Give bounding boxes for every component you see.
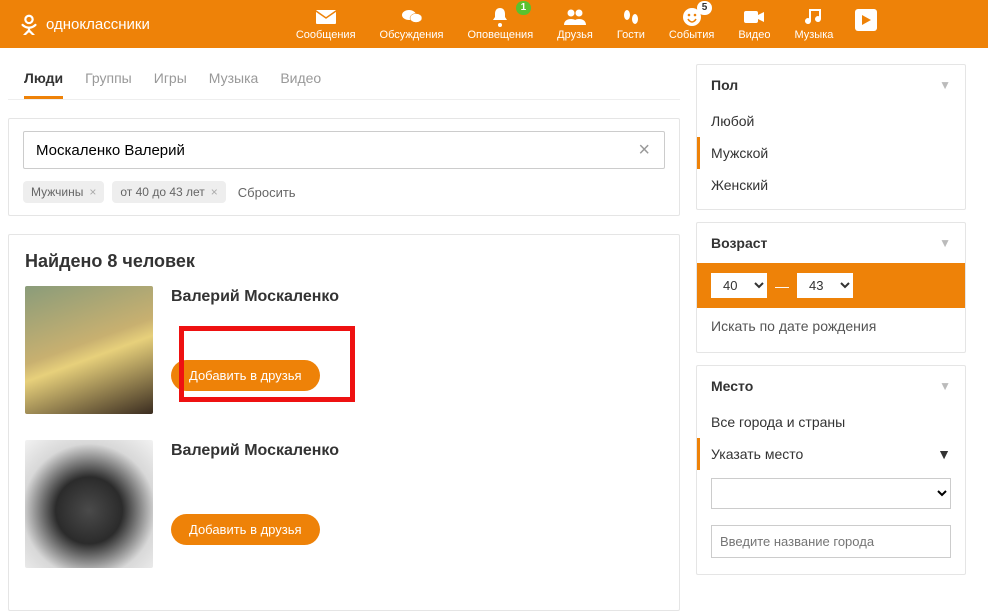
- place-option-pick[interactable]: Указать место ▼: [697, 438, 965, 470]
- age-dash: —: [775, 278, 789, 294]
- chevron-down-icon: ▼: [937, 446, 951, 462]
- chip-remove-icon[interactable]: ×: [211, 185, 218, 199]
- nav-music[interactable]: Музыка: [788, 5, 839, 43]
- nav-messages[interactable]: Сообщения: [290, 5, 362, 43]
- footprints-icon: [621, 7, 641, 27]
- avatar[interactable]: [25, 440, 153, 568]
- result-item: Валерий Москаленко Добавить в друзья: [25, 286, 663, 414]
- results-panel: Найдено 8 человек Валерий Москаленко Доб…: [8, 234, 680, 611]
- tab-people[interactable]: Люди: [24, 70, 63, 99]
- filter-place: Место ▼ Все города и страны Указать мест…: [696, 365, 966, 575]
- chevron-down-icon: ▼: [939, 236, 951, 250]
- nav-label: Сообщения: [296, 29, 356, 41]
- search-input[interactable]: [32, 136, 632, 165]
- chip-gender: Мужчины ×: [23, 181, 104, 203]
- tab-groups[interactable]: Группы: [85, 70, 132, 99]
- nav-events[interactable]: 5 События: [663, 5, 720, 43]
- envelope-icon: [315, 7, 337, 27]
- place-pick-label: Указать место: [711, 446, 803, 462]
- ok-logo-icon: [18, 13, 40, 35]
- events-badge: 5: [697, 1, 713, 15]
- page-body: Люди Группы Игры Музыка Видео × Мужчины×…: [0, 48, 988, 611]
- tab-music[interactable]: Музыка: [209, 70, 259, 99]
- site-logo[interactable]: одноклассники: [18, 13, 150, 35]
- top-nav: Сообщения Обсуждения 1 Оповещения Друзья…: [290, 5, 878, 43]
- panel-header[interactable]: Возраст ▼: [697, 223, 965, 263]
- result-body: Валерий Москаленко Добавить в друзья: [171, 440, 663, 568]
- nav-label: Видео: [738, 29, 770, 41]
- age-to-select[interactable]: 43: [797, 273, 853, 298]
- nav-guests[interactable]: Гости: [611, 5, 651, 43]
- nav-notifications[interactable]: 1 Оповещения: [461, 5, 539, 43]
- search-by-birthdate[interactable]: Искать по дате рождения: [697, 308, 965, 344]
- city-input[interactable]: [711, 525, 951, 558]
- video-icon: [743, 7, 765, 27]
- result-name[interactable]: Валерий Москаленко: [171, 442, 663, 460]
- chip-label: Мужчины: [31, 185, 83, 199]
- nav-label: Музыка: [794, 29, 833, 41]
- nav-friends[interactable]: Друзья: [551, 5, 599, 43]
- filters-sidebar: Пол ▼ Любой Мужской Женский Возраст ▼ 40…: [696, 64, 966, 587]
- chevron-down-icon: ▼: [939, 78, 951, 92]
- gender-option-female[interactable]: Женский: [697, 169, 965, 201]
- tab-games[interactable]: Игры: [154, 70, 187, 99]
- gender-option-any[interactable]: Любой: [697, 105, 965, 137]
- site-name: одноклассники: [46, 16, 150, 33]
- chevron-down-icon: ▼: [939, 379, 951, 393]
- gender-option-male[interactable]: Мужской: [697, 137, 965, 169]
- panel-header[interactable]: Пол ▼: [697, 65, 965, 105]
- notification-badge: 1: [516, 1, 532, 15]
- avatar[interactable]: [25, 286, 153, 414]
- nav-discussions[interactable]: Обсуждения: [374, 5, 450, 43]
- tutorial-highlight: [179, 326, 355, 402]
- age-range-row: 40 — 43: [697, 263, 965, 308]
- place-country-row: [697, 470, 965, 517]
- tab-video[interactable]: Видео: [280, 70, 321, 99]
- panel-title: Возраст: [711, 235, 767, 251]
- chip-label: от 40 до 43 лет: [120, 185, 204, 199]
- play-icon: [860, 14, 872, 26]
- results-count: Найдено 8 человек: [25, 251, 663, 272]
- bell-icon: [491, 7, 509, 27]
- nav-label: События: [669, 29, 714, 41]
- nav-video[interactable]: Видео: [732, 5, 776, 43]
- reset-filters[interactable]: Сбросить: [238, 185, 296, 200]
- nav-label: Оповещения: [467, 29, 533, 41]
- nav-label: Обсуждения: [380, 29, 444, 41]
- main-column: Люди Группы Игры Музыка Видео × Мужчины×…: [8, 64, 680, 611]
- place-city-row: [697, 517, 965, 566]
- country-select[interactable]: [711, 478, 951, 509]
- chip-remove-icon[interactable]: ×: [89, 185, 96, 199]
- panel-title: Место: [711, 378, 753, 394]
- play-button[interactable]: [855, 9, 877, 31]
- age-from-select[interactable]: 40: [711, 273, 767, 298]
- result-item: Валерий Москаленко Добавить в друзья: [25, 440, 663, 568]
- panel-title: Пол: [711, 77, 738, 93]
- filter-age: Возраст ▼ 40 — 43 Искать по дате рождени…: [696, 222, 966, 353]
- nav-label: Гости: [617, 29, 645, 41]
- filter-gender: Пол ▼ Любой Мужской Женский: [696, 64, 966, 210]
- top-header: одноклассники Сообщения Обсуждения 1 Опо…: [0, 0, 988, 48]
- search-field-row: ×: [23, 131, 665, 169]
- nav-label: Друзья: [557, 29, 593, 41]
- music-icon: [805, 7, 823, 27]
- panel-header[interactable]: Место ▼: [697, 366, 965, 406]
- result-name[interactable]: Валерий Москаленко: [171, 288, 663, 306]
- search-panel: × Мужчины × от 40 до 43 лет × Сбросить: [8, 118, 680, 216]
- add-friend-button[interactable]: Добавить в друзья: [171, 514, 320, 545]
- friends-icon: [563, 7, 587, 27]
- search-tabs: Люди Группы Игры Музыка Видео: [8, 64, 680, 100]
- place-option-all[interactable]: Все города и страны: [697, 406, 965, 438]
- filter-chips: Мужчины × от 40 до 43 лет × Сбросить: [23, 181, 665, 203]
- clear-search-icon[interactable]: ×: [632, 139, 656, 162]
- chip-age: от 40 до 43 лет ×: [112, 181, 225, 203]
- chat-icon: [401, 7, 423, 27]
